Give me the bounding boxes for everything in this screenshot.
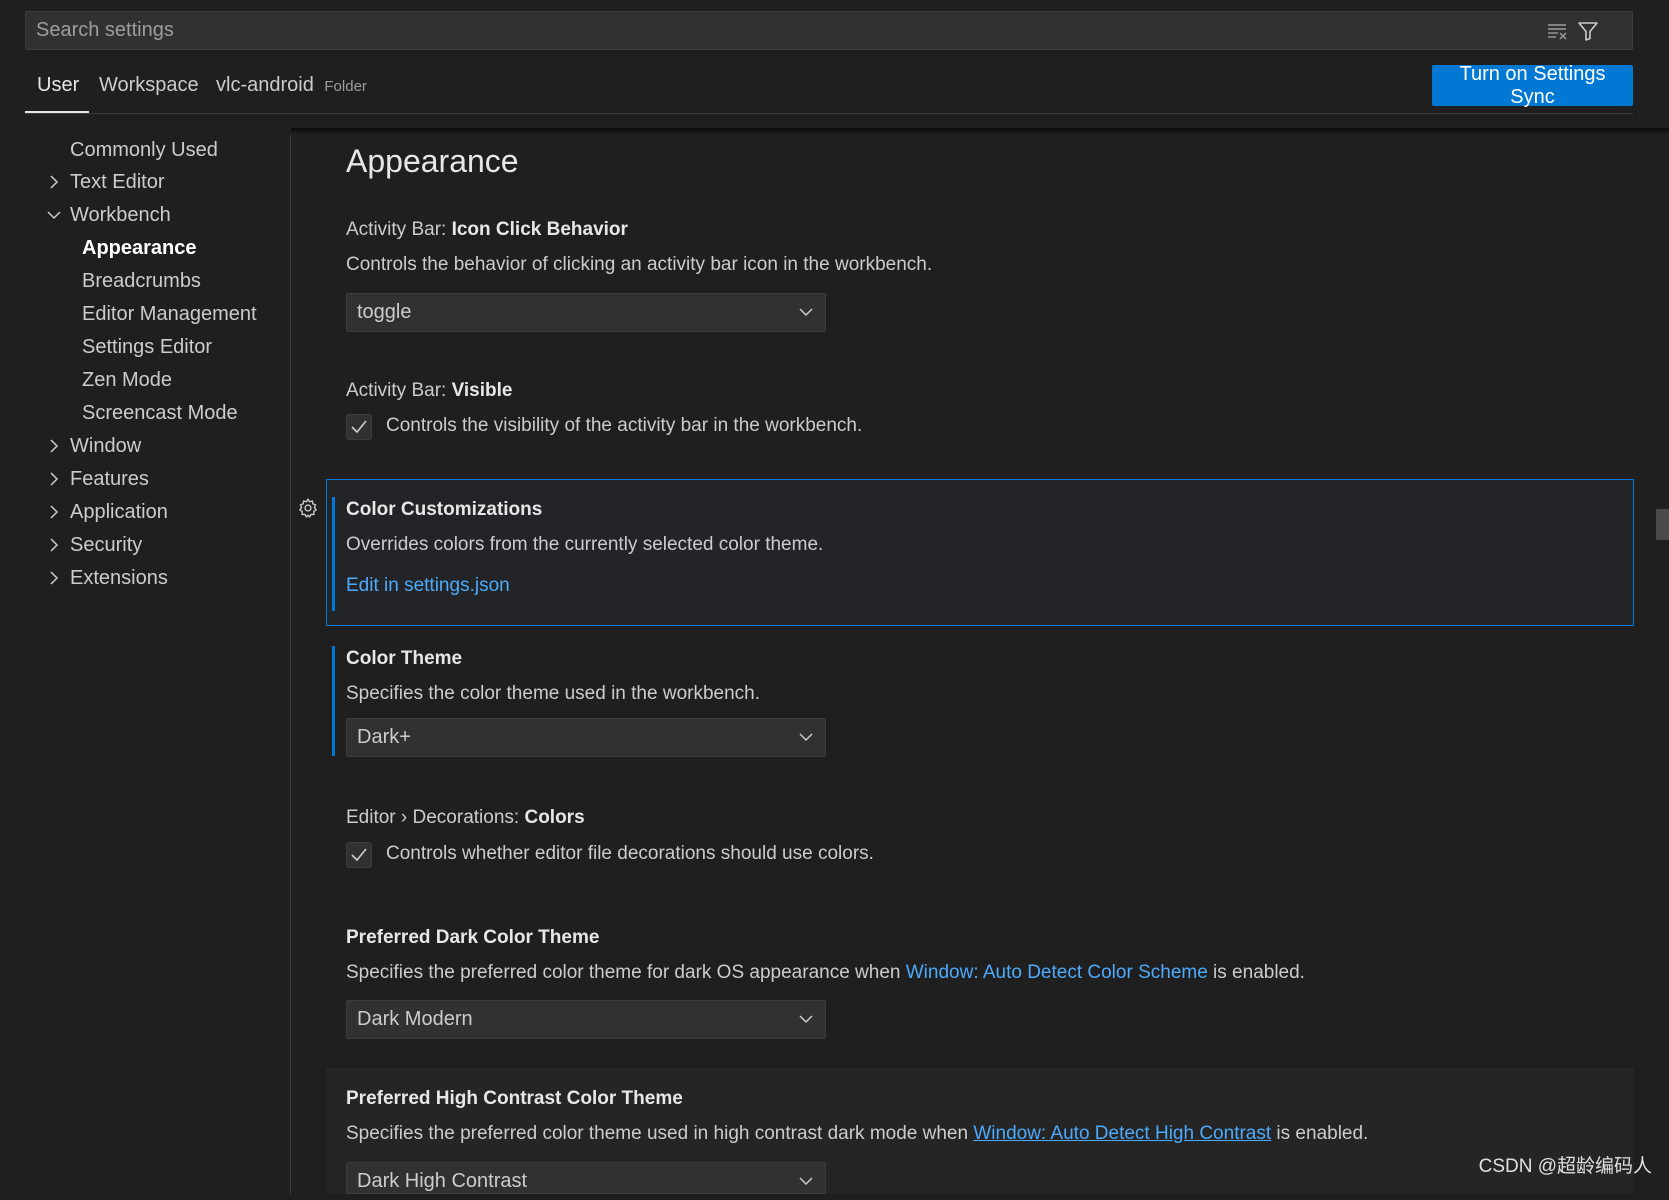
- toc-editor-management[interactable]: Editor Management: [82, 299, 257, 329]
- setting-desc-color-theme: Specifies the color theme used in the wo…: [346, 683, 761, 704]
- activity-bar-visible-checkbox[interactable]: [346, 414, 372, 440]
- toc-screencast-mode[interactable]: Screencast Mode: [82, 398, 238, 428]
- toc-application[interactable]: Application: [70, 497, 168, 527]
- setting-title-decorations-colors: Editor › Decorations: Colors: [346, 807, 585, 828]
- preferred-hc-theme-select[interactable]: Dark High Contrast: [346, 1162, 826, 1194]
- setting-title-activity-bar-visible: Activity Bar: Visible: [346, 380, 513, 401]
- toc-commonly-used[interactable]: Commonly Used: [70, 135, 218, 165]
- chevron-right-icon[interactable]: [43, 563, 65, 593]
- tab-user[interactable]: User: [37, 74, 79, 97]
- setting-title-preferred-hc-theme: Preferred High Contrast Color Theme: [346, 1088, 683, 1109]
- chevron-right-icon[interactable]: [43, 464, 65, 494]
- setting-desc-color-customizations: Overrides colors from the currently sele…: [346, 534, 824, 555]
- tab-folder-badge: Folder: [324, 78, 367, 95]
- toc-zen-mode[interactable]: Zen Mode: [82, 365, 172, 395]
- setting-title-icon-click-behavior: Activity Bar: Icon Click Behavior: [346, 219, 628, 240]
- toc-breadcrumbs[interactable]: Breadcrumbs: [82, 266, 201, 296]
- toc-divider: [290, 135, 291, 1194]
- chevron-right-icon[interactable]: [43, 167, 65, 197]
- settings-toc: Commonly Used Text Editor Workbench Appe…: [0, 135, 290, 1194]
- search-bar: [25, 11, 1633, 50]
- preferred-dark-theme-select[interactable]: Dark Modern: [346, 1000, 826, 1039]
- setting-desc-icon-click-behavior: Controls the behavior of clicking an act…: [346, 254, 933, 275]
- color-theme-select[interactable]: Dark+: [346, 718, 826, 757]
- chevron-right-icon[interactable]: [43, 530, 65, 560]
- check-icon: [351, 420, 367, 434]
- auto-detect-high-contrast-link[interactable]: Window: Auto Detect High Contrast: [973, 1123, 1271, 1144]
- tabs-divider: [25, 113, 1633, 114]
- chevron-down-icon: [797, 728, 815, 752]
- chevron-right-icon[interactable]: [43, 497, 65, 527]
- select-value: Dark Modern: [357, 1008, 473, 1030]
- setting-title-preferred-dark-theme: Preferred Dark Color Theme: [346, 927, 600, 948]
- setting-title-color-customizations: Color Customizations: [346, 499, 543, 520]
- toc-security[interactable]: Security: [70, 530, 142, 560]
- scrollbar-thumb[interactable]: [1656, 509, 1669, 540]
- turn-on-settings-sync-button[interactable]: Turn on Settings Sync: [1432, 63, 1633, 108]
- content-scroll-shadow: [291, 128, 1669, 134]
- modified-indicator: [332, 646, 335, 756]
- tab-folder-label: vlc-android: [216, 74, 314, 96]
- setting-desc-activity-bar-visible: Controls the visibility of the activity …: [386, 415, 863, 436]
- section-title: Appearance: [346, 143, 519, 179]
- watermark: CSDN @超龄编码人: [1478, 1156, 1652, 1177]
- setting-desc-preferred-hc-theme: Specifies the preferred color theme used…: [346, 1123, 1369, 1144]
- setting-desc-preferred-dark-theme: Specifies the preferred color theme for …: [346, 962, 1305, 983]
- select-value: toggle: [357, 301, 412, 323]
- toc-workbench[interactable]: Workbench: [70, 200, 171, 230]
- toc-text-editor[interactable]: Text Editor: [70, 167, 164, 197]
- chevron-down-icon[interactable]: [43, 200, 65, 230]
- chevron-right-icon[interactable]: [43, 431, 65, 461]
- select-value: Dark High Contrast: [357, 1170, 528, 1192]
- toc-features[interactable]: Features: [70, 464, 149, 494]
- edit-in-settings-json-link[interactable]: Edit in settings.json: [346, 575, 510, 597]
- clear-filter-icon[interactable]: [1544, 18, 1570, 44]
- toc-window[interactable]: Window: [70, 431, 141, 461]
- gear-icon[interactable]: [295, 495, 321, 521]
- search-input[interactable]: [26, 12, 1566, 49]
- check-icon: [351, 848, 367, 862]
- modified-indicator: [332, 497, 335, 611]
- tab-workspace[interactable]: Workspace: [99, 74, 199, 97]
- setting-title-color-theme: Color Theme: [346, 648, 463, 669]
- toc-extensions[interactable]: Extensions: [70, 563, 168, 593]
- chevron-down-icon: [797, 1010, 815, 1034]
- chevron-down-icon: [797, 1172, 815, 1196]
- decorations-colors-checkbox[interactable]: [346, 842, 372, 868]
- toc-appearance[interactable]: Appearance: [82, 233, 197, 263]
- auto-detect-color-scheme-link[interactable]: Window: Auto Detect Color Scheme: [906, 962, 1208, 983]
- toc-settings-editor[interactable]: Settings Editor: [82, 332, 212, 362]
- icon-click-behavior-select[interactable]: toggle: [346, 293, 826, 332]
- select-value: Dark+: [357, 726, 411, 748]
- filter-icon[interactable]: [1574, 17, 1602, 45]
- tab-folder-vlc-android[interactable]: vlc-android Folder: [216, 74, 367, 97]
- chevron-down-icon: [797, 303, 815, 327]
- setting-desc-decorations-colors: Controls whether editor file decorations…: [386, 843, 874, 864]
